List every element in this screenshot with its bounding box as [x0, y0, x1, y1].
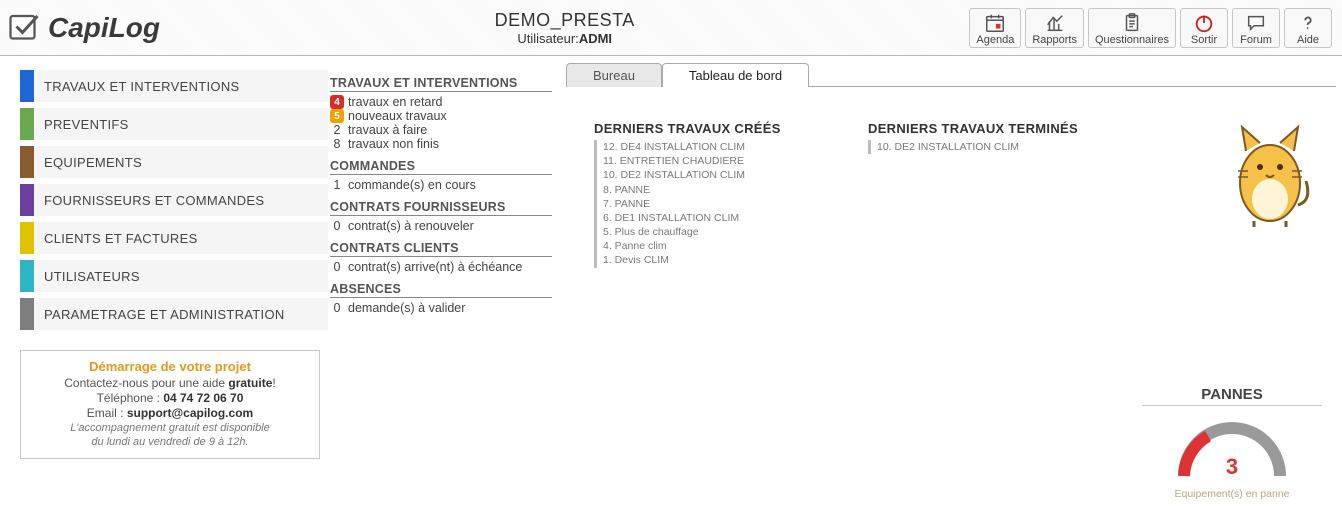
toolbar-label: Aide	[1297, 34, 1319, 46]
list-item[interactable]: 11. ENTRETIEN CHAUDIERE	[603, 154, 844, 168]
color-bar	[20, 260, 34, 292]
support-title: Démarrage de votre projet	[33, 359, 307, 374]
rapports-button[interactable]: Rapports	[1025, 8, 1084, 48]
logo-checkmark-icon	[6, 10, 42, 46]
toolbar-label: Agenda	[976, 34, 1014, 46]
help-icon	[1297, 12, 1319, 34]
sidebar: TRAVAUX ET INTERVENTIONS PREVENTIFS EQUIPE…	[0, 56, 328, 459]
color-bar	[20, 184, 34, 216]
sidebar-item-0[interactable]: TRAVAUX ET INTERVENTIONS	[20, 70, 328, 102]
sidebar-item-label: TRAVAUX ET INTERVENTIONS	[44, 79, 240, 94]
toolbar-label: Forum	[1240, 34, 1272, 46]
sidebar-item-label: CLIENTS ET FACTURES	[44, 231, 198, 246]
list-item[interactable]: 12. DE4 INSTALLATION CLIM	[603, 140, 844, 154]
sidebar-item-label: UTILISATEURS	[44, 269, 140, 284]
aide-button[interactable]: Aide	[1284, 8, 1332, 48]
stats-travaux-title: TRAVAUX ET INTERVENTIONS	[330, 76, 552, 92]
list-item[interactable]: 4. Panne clim	[603, 239, 844, 253]
logo-text: CapiLog	[48, 12, 160, 44]
mascot-image	[1228, 121, 1312, 268]
panel-title: DERNIERS TRAVAUX TERMINÉS	[868, 121, 1088, 136]
color-bar	[20, 108, 34, 140]
toolbar-label: Sortir	[1191, 34, 1217, 46]
cat-mascot-icon	[1228, 121, 1312, 231]
sidebar-item-6[interactable]: PARAMETRAGE ET ADMINISTRATION	[20, 298, 328, 330]
header-toolbar: Agenda Rapports Questionnaires Sortir Fo…	[969, 8, 1332, 48]
list-item[interactable]: 1. Devis CLIM	[603, 253, 844, 267]
toolbar-label: Questionnaires	[1095, 34, 1169, 46]
sidebar-item-4[interactable]: CLIENTS ET FACTURES	[20, 222, 328, 254]
sidebar-item-5[interactable]: UTILISATEURS	[20, 260, 328, 292]
list-item[interactable]: 8. PANNE	[603, 183, 844, 197]
stats-row: 5nouveaux travaux	[330, 109, 552, 123]
stats-cf-title: CONTRATS FOURNISSEURS	[330, 200, 552, 216]
support-box: Démarrage de votre projet Contactez-nous…	[20, 350, 320, 459]
agenda-button[interactable]: Agenda	[969, 8, 1021, 48]
sidebar-item-label: EQUIPEMENTS	[44, 155, 142, 170]
badge-orange: 5	[330, 109, 344, 123]
color-bar	[20, 298, 34, 330]
power-icon	[1193, 12, 1215, 34]
badge-red: 4	[330, 95, 344, 109]
stats-row: 4travaux en retard	[330, 95, 552, 109]
forum-button[interactable]: Forum	[1232, 8, 1280, 48]
pannes-title: PANNES	[1142, 386, 1322, 406]
sidebar-item-1[interactable]: PREVENTIFS	[20, 108, 328, 140]
sidebar-item-3[interactable]: FOURNISSEURS ET COMMANDES	[20, 184, 328, 216]
tab-tableau[interactable]: Tableau de bord	[662, 63, 809, 87]
sidebar-item-label: PREVENTIFS	[44, 117, 129, 132]
panel-recent-finished: DERNIERS TRAVAUX TERMINÉS 10. DE2 INSTAL…	[868, 121, 1088, 268]
sidebar-item-label: FOURNISSEURS ET COMMANDES	[44, 193, 264, 208]
app-logo: CapiLog	[6, 10, 160, 46]
list-item[interactable]: 10. DE2 INSTALLATION CLIM	[603, 168, 844, 182]
sidebar-item-label: PARAMETRAGE ET ADMINISTRATION	[44, 307, 285, 322]
list-item[interactable]: 5. Plus de chauffage	[603, 225, 844, 239]
gauge-icon: 3	[1172, 414, 1292, 484]
calendar-icon	[984, 12, 1006, 34]
user-label: Utilisateur:	[517, 31, 578, 46]
stats-row: 2travaux à faire	[330, 123, 552, 137]
list-item[interactable]: 10. DE2 INSTALLATION CLIM	[877, 140, 1088, 154]
stats-cc-title: CONTRATS CLIENTS	[330, 241, 552, 257]
clipboard-icon	[1121, 12, 1143, 34]
color-bar	[20, 146, 34, 178]
pannes-widget: PANNES 3 Equipement(s) en panne	[1142, 386, 1322, 500]
header-title-block: DEMO_PRESTA Utilisateur:ADMI	[160, 10, 969, 46]
chart-icon	[1044, 12, 1066, 34]
pannes-count: 3	[1172, 454, 1292, 480]
stats-row: 8travaux non finis	[330, 137, 552, 151]
stats-abs-title: ABSENCES	[330, 282, 552, 298]
main-area: Bureau Tableau de bord DERNIERS TRAVAUX …	[560, 56, 1342, 459]
stats-column: TRAVAUX ET INTERVENTIONS 4travaux en ret…	[328, 56, 560, 459]
instance-title: DEMO_PRESTA	[160, 10, 969, 31]
speech-icon	[1245, 12, 1267, 34]
pannes-sub: Equipement(s) en panne	[1142, 488, 1322, 500]
panel-recent-created: DERNIERS TRAVAUX CRÉÉS 12. DE4 INSTALLAT…	[594, 121, 844, 268]
tab-strip: Bureau Tableau de bord	[566, 62, 1336, 87]
color-bar	[20, 70, 34, 102]
panel-title: DERNIERS TRAVAUX CRÉÉS	[594, 121, 844, 136]
app-header: CapiLog DEMO_PRESTA Utilisateur:ADMI Age…	[0, 0, 1342, 56]
tab-bureau[interactable]: Bureau	[566, 63, 662, 87]
questionnaires-button[interactable]: Questionnaires	[1088, 8, 1176, 48]
sidebar-item-2[interactable]: EQUIPEMENTS	[20, 146, 328, 178]
color-bar	[20, 222, 34, 254]
stats-commandes-title: COMMANDES	[330, 159, 552, 175]
user-value: ADMI	[579, 31, 612, 46]
list-item[interactable]: 6. DE1 INSTALLATION CLIM	[603, 211, 844, 225]
list-item[interactable]: 7. PANNE	[603, 197, 844, 211]
sortir-button[interactable]: Sortir	[1180, 8, 1228, 48]
toolbar-label: Rapports	[1032, 34, 1077, 46]
